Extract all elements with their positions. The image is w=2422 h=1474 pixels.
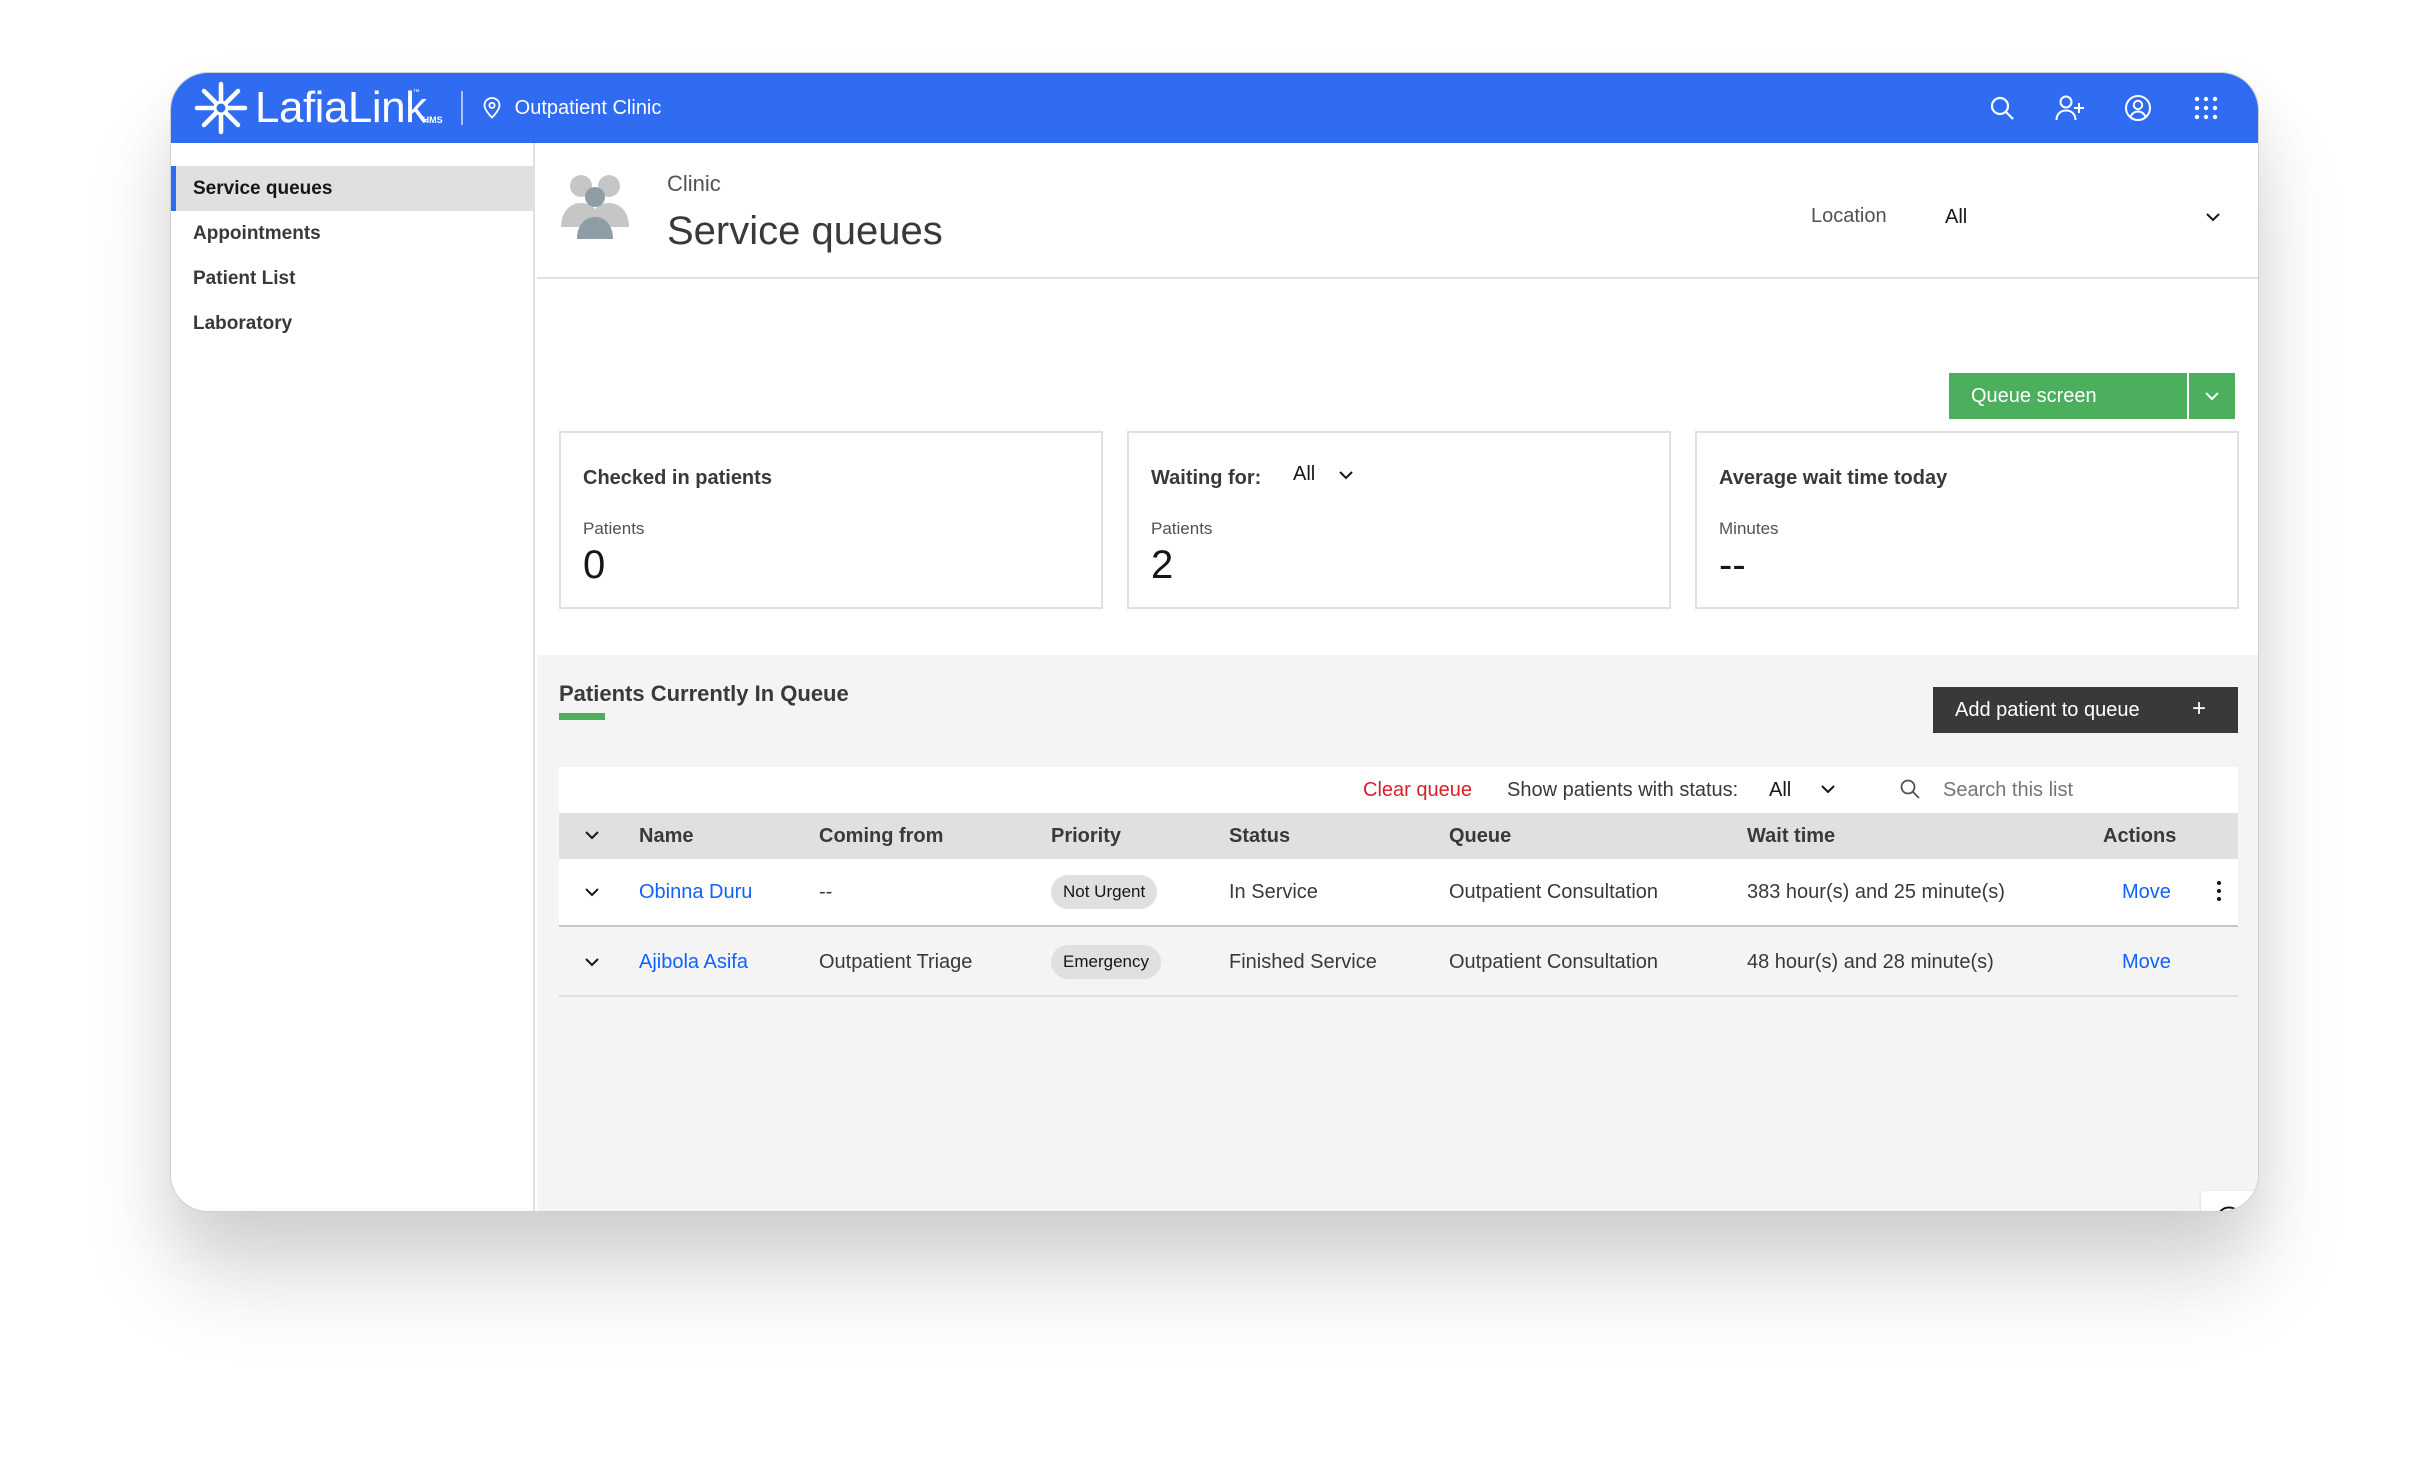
top-navigation-bar: LafiaLink ™ HMS Outpatient Clinic: [171, 73, 2258, 143]
chevron-down-icon[interactable]: [583, 826, 601, 844]
status-cell: Finished Service: [1229, 951, 1377, 973]
column-header-actions: Actions: [2103, 825, 2177, 847]
chevron-down-icon[interactable]: [583, 953, 601, 971]
sidebar-item-patient-list[interactable]: Patient List: [171, 256, 533, 301]
wait-time-cell: 48 hour(s) and 28 minute(s): [1747, 951, 1994, 973]
queue-cell: Outpatient Consultation: [1449, 881, 1659, 903]
move-button[interactable]: Move: [2122, 881, 2171, 904]
search-button[interactable]: [1968, 73, 2036, 143]
patient-name-link[interactable]: Ajibola Asifa: [639, 951, 748, 974]
brand-logo[interactable]: LafiaLink ™ HMS: [193, 73, 443, 143]
sidebar-item-appointments[interactable]: Appointments: [171, 211, 533, 256]
tile-value: --: [1719, 543, 1746, 587]
queue-screen-button[interactable]: Queue screen: [1949, 373, 2187, 419]
main-content: Clinic Service queues Location All Queue…: [537, 143, 2258, 1211]
chevron-down-icon: [1339, 470, 1353, 479]
patients-illustration-icon: [561, 175, 629, 239]
chevron-down-icon[interactable]: [583, 883, 601, 901]
page-subtitle: Clinic: [667, 171, 721, 196]
clear-queue-button[interactable]: Clear queue: [1363, 779, 1472, 802]
search-icon: [1900, 779, 1920, 799]
location-filter-label: Location: [1811, 205, 1887, 227]
location-filter-dropdown[interactable]: All: [1945, 195, 2235, 239]
tile-value: 2: [1151, 543, 1174, 587]
table-toolbar: Clear queue Show patients with status: A…: [559, 767, 2238, 813]
brand-sub: HMS: [422, 115, 443, 125]
search-list-input[interactable]: [1943, 779, 2223, 802]
topbar-actions: [1968, 73, 2240, 143]
waiting-for-value: All: [1293, 463, 1316, 485]
sidebar-item-service-queues[interactable]: Service queues: [171, 166, 533, 211]
wait-time-cell: 383 hour(s) and 25 minute(s): [1747, 881, 2005, 903]
column-header-queue[interactable]: Queue: [1449, 825, 1511, 848]
section-title: Patients Currently In Queue: [559, 681, 849, 706]
brand-name: LafiaLink: [255, 83, 427, 132]
tile-title: Average wait time today: [1719, 467, 1948, 489]
help-button[interactable]: [2201, 1191, 2257, 1211]
location-filter-value: All: [1945, 205, 1968, 228]
add-patient-to-queue-button[interactable]: Add patient to queue +: [1933, 687, 2238, 733]
tile-subtitle: Patients: [583, 519, 645, 538]
table-header: Name Coming from Priority Status Queue W…: [559, 813, 2238, 859]
section-title-underline: [559, 713, 605, 720]
tile-subtitle: Minutes: [1719, 519, 1779, 538]
tile-subtitle: Patients: [1151, 519, 1213, 538]
brand-trademark: ™: [412, 88, 420, 96]
location-pin-icon: [483, 97, 501, 119]
app-switcher-icon: [2194, 96, 2218, 120]
page-header: Clinic Service queues Location All: [537, 143, 2258, 279]
priority-tag: Emergency: [1051, 945, 1161, 979]
sidebar-item-laboratory[interactable]: Laboratory: [171, 301, 533, 346]
queue-cell: Outpatient Consultation: [1449, 951, 1659, 973]
status-filter-dropdown[interactable]: All: [1769, 779, 1791, 802]
move-button[interactable]: Move: [2122, 951, 2171, 974]
column-header-wait-time[interactable]: Wait time: [1747, 825, 1835, 848]
patients-queue-section: Patients Currently In Queue Add patient …: [537, 655, 2258, 1211]
column-header-status[interactable]: Status: [1229, 825, 1290, 848]
waiting-for-tile: Waiting for: All Patients 2: [1127, 431, 1671, 609]
sidebar-nav: Service queues Appointments Patient List…: [171, 166, 533, 346]
add-patient-to-queue-label: Add patient to queue: [1955, 698, 2140, 721]
checked-in-patients-tile: Checked in patients Patients 0: [559, 431, 1103, 609]
help-icon: [2219, 1206, 2239, 1211]
app-switcher-button[interactable]: [2172, 73, 2240, 143]
patient-name-link[interactable]: Obinna Duru: [639, 881, 752, 904]
tile-value: 0: [583, 543, 606, 587]
coming-from-cell: --: [819, 881, 833, 903]
table-row: Ajibola Asifa Outpatient Triage Emergenc…: [559, 929, 2238, 997]
page-title: Service queues: [667, 209, 943, 253]
column-header-name[interactable]: Name: [639, 825, 693, 848]
status-cell: In Service: [1229, 881, 1318, 903]
user-menu-button[interactable]: [2104, 73, 2172, 143]
current-location-label: Outpatient Clinic: [514, 96, 662, 119]
location-picker[interactable]: Outpatient Clinic: [483, 96, 662, 120]
overflow-menu-icon[interactable]: [2217, 881, 2221, 905]
chevron-down-icon: [1821, 785, 1835, 794]
asterisk-logo-icon: [194, 81, 248, 135]
column-header-priority[interactable]: Priority: [1051, 825, 1121, 848]
user-avatar-icon: [2125, 95, 2151, 121]
search-icon: [1990, 96, 2014, 120]
average-wait-time-tile: Average wait time today Minutes --: [1695, 431, 2239, 609]
queue-screen-menu-button[interactable]: [2189, 373, 2235, 419]
waiting-for-dropdown[interactable]: All: [1293, 463, 1355, 486]
app-window: LafiaLink ™ HMS Outpatient Clinic Servic…: [170, 72, 2259, 1212]
topbar-divider: [460, 91, 463, 125]
chevron-down-icon: [2205, 392, 2219, 401]
column-header-coming-from[interactable]: Coming from: [819, 825, 943, 848]
status-filter-label: Show patients with status:: [1507, 779, 1739, 801]
tile-title: Waiting for:: [1151, 467, 1262, 489]
add-patient-button[interactable]: [2036, 73, 2104, 143]
tile-title: Checked in patients: [583, 467, 772, 489]
coming-from-cell: Outpatient Triage: [819, 951, 973, 973]
add-user-icon: [2055, 95, 2084, 121]
plus-icon: +: [2191, 695, 2206, 722]
priority-tag: Not Urgent: [1051, 875, 1158, 909]
chevron-down-icon: [2206, 213, 2220, 222]
sidebar: Service queues Appointments Patient List…: [171, 143, 535, 1211]
table-row: Obinna Duru -- Not Urgent In Service Out…: [559, 859, 2238, 927]
